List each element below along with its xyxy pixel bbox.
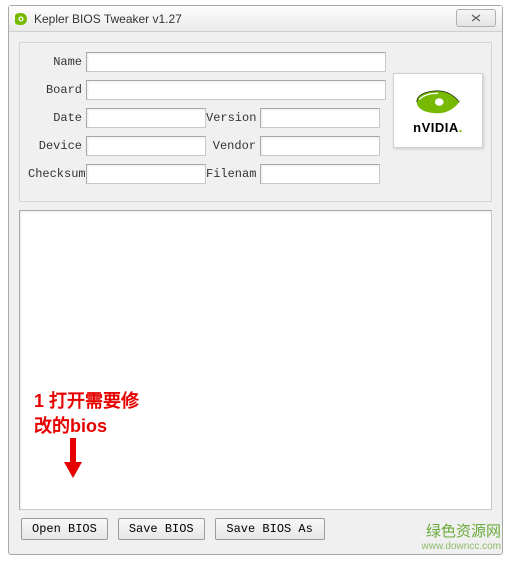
save-bios-as-button[interactable]: Save BIOS As	[215, 518, 325, 540]
annotation-text: 1 打开需要修 改的bios	[34, 389, 139, 439]
info-panel: Name Board Date Version Device Vendor Ch…	[19, 42, 492, 202]
content-area: Name Board Date Version Device Vendor Ch…	[9, 32, 502, 550]
nvidia-brand-text: nVIDIA.	[413, 120, 463, 135]
board-label: Board	[28, 83, 86, 97]
app-icon	[13, 11, 29, 27]
close-button[interactable]	[456, 9, 496, 27]
date-field	[86, 108, 206, 128]
vendor-field	[260, 136, 380, 156]
date-label: Date	[28, 111, 86, 125]
version-field	[260, 108, 380, 128]
nvidia-eye-icon	[413, 86, 463, 118]
app-window: Kepler BIOS Tweaker v1.27 Name Board Dat…	[8, 5, 503, 555]
name-label: Name	[28, 55, 86, 69]
checksum-field	[86, 164, 206, 184]
button-bar: Open BIOS Save BIOS Save BIOS As	[19, 518, 492, 540]
vendor-label: Vendor	[206, 139, 260, 153]
checksum-label: Checksum	[28, 167, 86, 181]
board-field	[86, 80, 386, 100]
save-bios-button[interactable]: Save BIOS	[118, 518, 205, 540]
device-label: Device	[28, 139, 86, 153]
name-field	[86, 52, 386, 72]
device-field	[86, 136, 206, 156]
main-tab-area: 1 打开需要修 改的bios	[19, 210, 492, 510]
version-label: Version	[206, 111, 260, 125]
nvidia-logo: nVIDIA.	[393, 73, 483, 148]
open-bios-button[interactable]: Open BIOS	[21, 518, 108, 540]
filename-label: Filenam	[206, 167, 260, 181]
annotation-arrow-icon	[62, 438, 84, 481]
filename-field	[260, 164, 380, 184]
titlebar[interactable]: Kepler BIOS Tweaker v1.27	[9, 6, 502, 32]
window-title: Kepler BIOS Tweaker v1.27	[34, 12, 182, 26]
